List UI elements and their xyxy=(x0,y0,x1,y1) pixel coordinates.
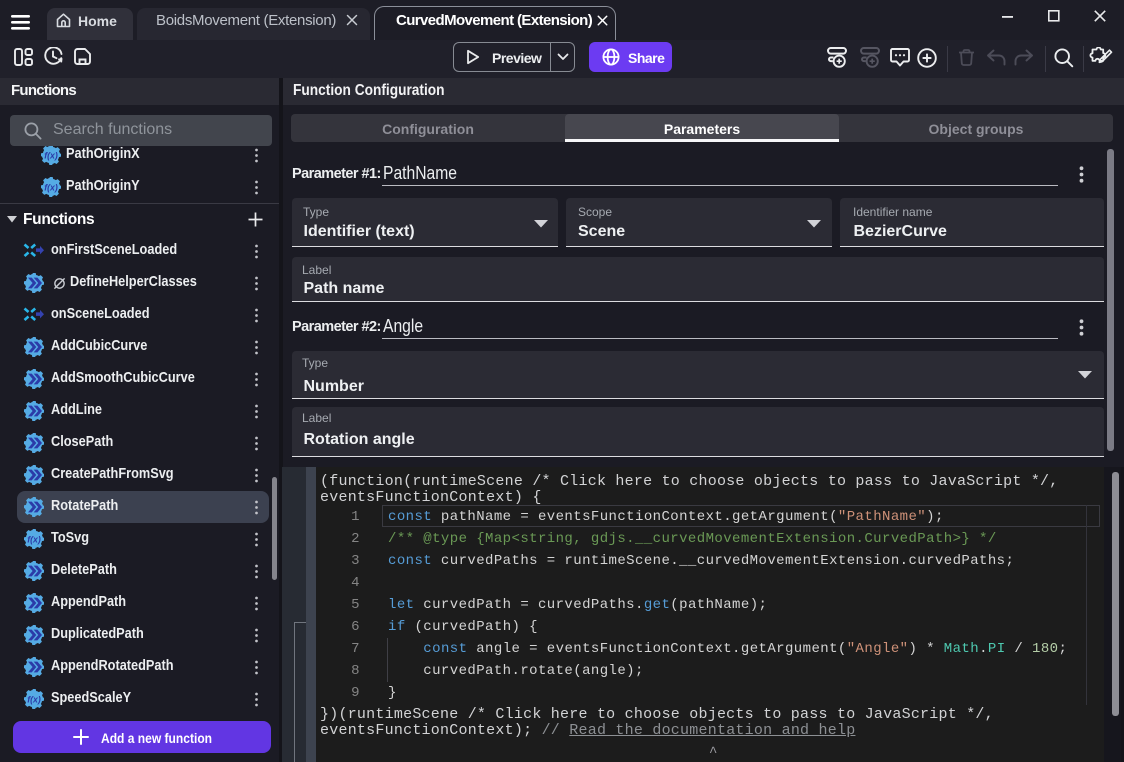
svg-text:f(x): f(x) xyxy=(27,534,41,544)
svg-text:f(x): f(x) xyxy=(27,694,41,704)
svg-text:f(x): f(x) xyxy=(44,150,58,160)
svg-text:f(x): f(x) xyxy=(44,182,58,192)
